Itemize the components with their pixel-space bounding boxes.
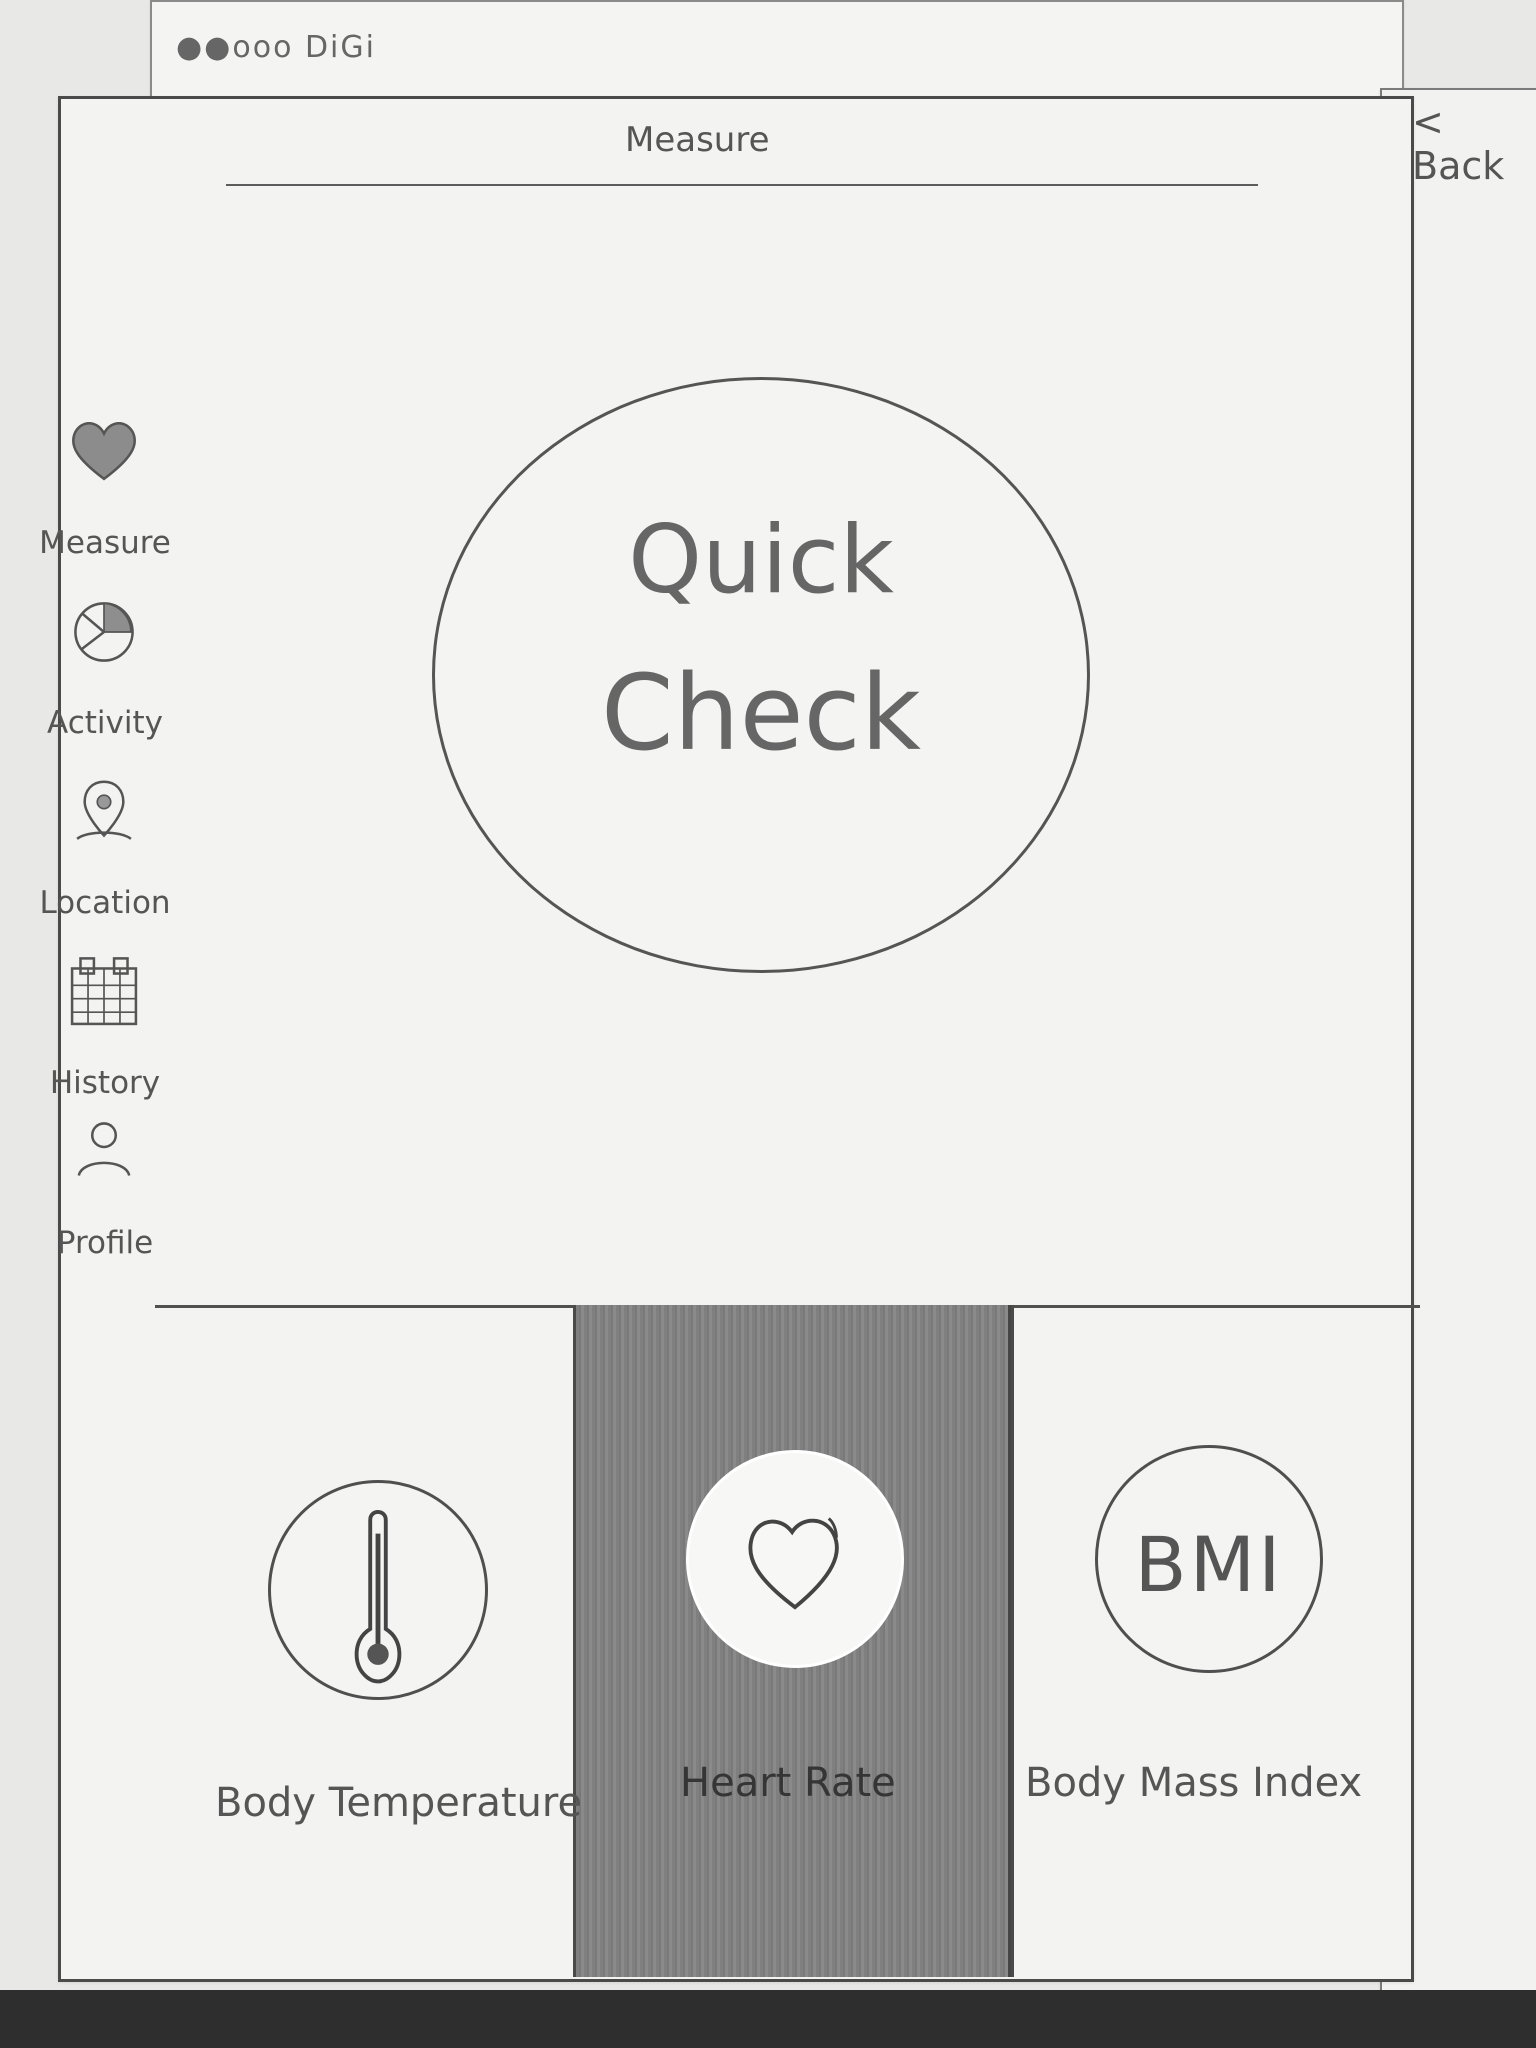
person-icon [77,1122,131,1177]
bmi-icon: BMI [1134,1520,1284,1609]
sidebar-item-profile[interactable]: Profile [30,1110,180,1265]
heart-rate-button[interactable] [686,1450,904,1668]
back-button[interactable]: < Back [1412,100,1536,188]
quick-check-button[interactable]: Quick Check [432,377,1090,973]
sidebar-item-location[interactable]: Location [30,770,180,925]
calendar-icon [70,957,138,1026]
status-bar-carrier: ●●ooo DiGi [176,30,376,65]
sidebar-item-label: Measure [39,525,171,561]
pie-chart-icon [74,602,134,662]
body-temperature-label: Body Temperature [215,1780,583,1826]
sidebar-item-activity[interactable]: Activity [30,590,180,745]
heart-icon [71,421,137,481]
desk-edge [0,1990,1536,2048]
heart-rate-label: Heart Rate [680,1760,896,1806]
metric-divider-1 [573,1305,576,1977]
body-temperature-button[interactable] [268,1480,488,1700]
quick-check-line-2: Check [601,652,921,774]
sidebar-item-history[interactable]: History [30,950,180,1105]
body-mass-index-button[interactable]: BMI [1095,1445,1323,1673]
sidebar-item-label: Profile [56,1225,154,1261]
thermometer-icon [354,1510,402,1684]
metric-divider-2 [1011,1305,1014,1977]
sidebar-item-measure[interactable]: Measure [30,410,180,565]
body-mass-index-label: Body Mass Index [1025,1760,1363,1806]
sidebar-item-label: History [49,1065,161,1101]
page-title: Measure [625,120,770,160]
quick-check-line-1: Quick [628,506,894,615]
sidebar: Measure Activity Location History Profil… [30,410,180,1270]
location-pin-icon [76,780,132,840]
sidebar-item-label: Location [39,885,171,921]
sidebar-item-label: Activity [47,705,163,741]
heart-outline-icon [748,1517,839,1610]
